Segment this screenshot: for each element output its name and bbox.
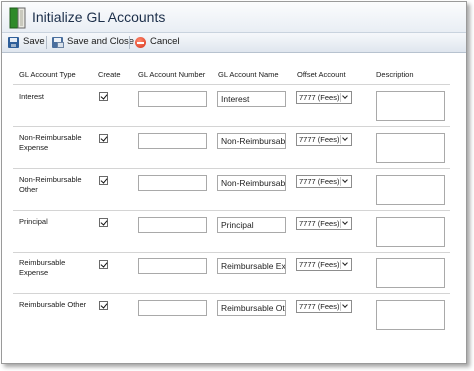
create-checkbox[interactable] [99, 260, 108, 269]
save-button-label: Save [23, 36, 45, 47]
offset-account-value: 7777 (Fees) [299, 135, 340, 144]
chevron-down-icon [340, 93, 350, 102]
description-textarea[interactable] [376, 133, 445, 163]
description-textarea[interactable] [376, 300, 445, 330]
row-type-label: Non-Reimbursable Expense [19, 133, 82, 152]
title-bar: Initialize GL Accounts [2, 2, 466, 32]
description-textarea[interactable] [376, 175, 445, 205]
row-divider [13, 252, 450, 253]
offset-account-select[interactable]: 7777 (Fees) [296, 175, 352, 188]
chevron-down-icon [340, 260, 350, 269]
offset-account-select[interactable]: 7777 (Fees) [296, 217, 352, 230]
cancel-button-label: Cancel [150, 36, 180, 47]
row-divider [13, 84, 450, 85]
gl-account-number-input[interactable] [138, 91, 207, 107]
create-checkbox[interactable] [99, 301, 108, 310]
row-type-label: Principal [19, 217, 48, 226]
description-textarea[interactable] [376, 217, 445, 247]
row-divider [13, 293, 450, 294]
toolbar: Save Save and Close Cancel [2, 32, 466, 53]
chevron-down-icon [340, 302, 350, 311]
row-divider [13, 168, 450, 169]
gl-account-number-input[interactable] [138, 175, 207, 191]
create-checkbox[interactable] [99, 176, 108, 185]
offset-account-select[interactable]: 7777 (Fees) [296, 133, 352, 146]
gl-account-number-input[interactable] [138, 300, 207, 316]
gl-account-number-input[interactable] [138, 133, 207, 149]
gl-account-name-input[interactable]: Non-Reimbursab [217, 133, 286, 149]
column-header-offset: Offset Account [297, 70, 346, 79]
cancel-icon [135, 36, 146, 48]
save-button[interactable]: Save [8, 34, 45, 50]
description-textarea[interactable] [376, 258, 445, 288]
row-type-label: Reimbursable Expense [19, 258, 66, 277]
offset-account-value: 7777 (Fees) [299, 177, 340, 186]
save-close-icon [52, 36, 64, 48]
create-checkbox[interactable] [99, 92, 108, 101]
offset-account-select[interactable]: 7777 (Fees) [296, 300, 352, 313]
chevron-down-icon [340, 177, 350, 186]
gl-account-name-input[interactable]: Non-Reimbursab [217, 175, 286, 191]
gl-account-name-input[interactable]: Interest [217, 91, 286, 107]
column-header-description: Description [376, 70, 414, 79]
column-header-name: GL Account Name [218, 70, 279, 79]
offset-account-value: 7777 (Fees) [299, 93, 340, 102]
gl-account-name-input[interactable]: Principal [217, 217, 286, 233]
gl-account-name-input[interactable]: Reimbursable Ex [217, 258, 286, 274]
offset-account-value: 7777 (Fees) [299, 302, 340, 311]
gl-account-number-input[interactable] [138, 217, 207, 233]
gl-account-name-input[interactable]: Reimbursable Oth [217, 300, 286, 316]
row-type-label: Non-Reimbursable Other [19, 175, 82, 194]
create-checkbox[interactable] [99, 134, 108, 143]
row-divider [13, 126, 450, 127]
offset-account-select[interactable]: 7777 (Fees) [296, 91, 352, 104]
create-checkbox[interactable] [99, 218, 108, 227]
row-type-label: Interest [19, 92, 45, 101]
row-type-label: Reimbursable Other [19, 300, 87, 309]
save-and-close-button-label: Save and Close [67, 36, 135, 47]
toolbar-separator [46, 36, 47, 49]
column-header-number: GL Account Number [138, 70, 206, 79]
book-icon [9, 7, 26, 29]
chevron-down-icon [340, 135, 350, 144]
page-title: Initialize GL Accounts [32, 9, 166, 25]
toolbar-separator [129, 36, 130, 49]
save-and-close-button[interactable]: Save and Close [52, 34, 134, 50]
chevron-down-icon [340, 219, 350, 228]
row-divider [13, 210, 450, 211]
cancel-button[interactable]: Cancel [135, 34, 180, 50]
description-textarea[interactable] [376, 91, 445, 121]
offset-account-value: 7777 (Fees) [299, 219, 340, 228]
offset-account-value: 7777 (Fees) [299, 260, 340, 269]
floppy-disk-icon [8, 36, 19, 48]
column-header-type: GL Account Type [19, 70, 76, 79]
gl-account-number-input[interactable] [138, 258, 207, 274]
column-header-create: Create [98, 70, 121, 79]
offset-account-select[interactable]: 7777 (Fees) [296, 258, 352, 271]
